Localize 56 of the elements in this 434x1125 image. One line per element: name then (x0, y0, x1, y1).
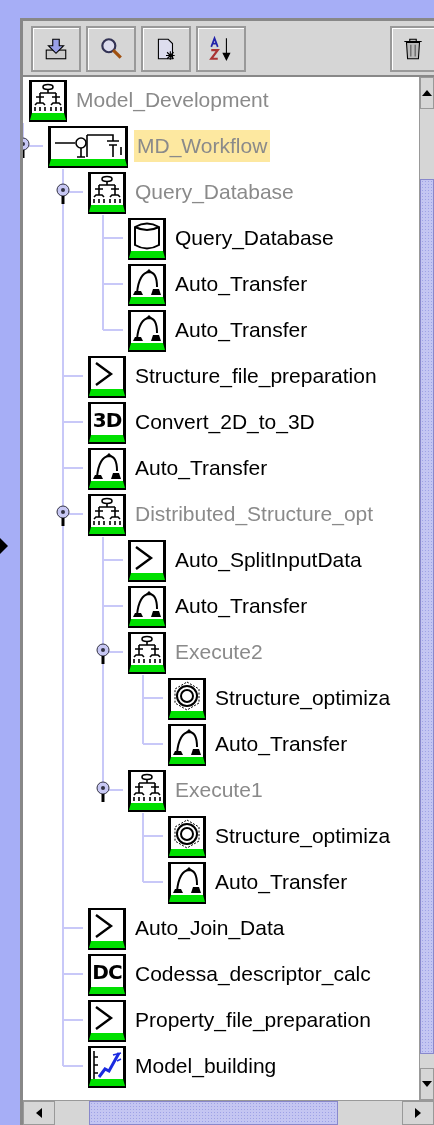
tree-node-label[interactable]: Auto_Join_Data (132, 912, 288, 944)
tree-node-label[interactable]: Auto_Transfer (172, 314, 311, 346)
horizontal-scrollbar[interactable] (23, 1100, 434, 1125)
hierarchy-icon (30, 80, 66, 120)
rings-icon (169, 816, 205, 856)
expanded-handle-icon[interactable] (96, 781, 110, 803)
hierarchy-icon (89, 494, 125, 534)
arch-icon (169, 724, 205, 764)
left-arrow-icon (36, 1108, 42, 1118)
chevron-icon (129, 540, 165, 580)
vertical-scrollbar[interactable] (419, 77, 434, 1100)
right-arrow-icon (415, 1108, 421, 1118)
search-icon (98, 36, 124, 62)
down-arrow-icon (422, 1081, 432, 1087)
new-document-button[interactable] (141, 26, 191, 72)
search-button[interactable] (86, 26, 136, 72)
arch-icon (129, 586, 165, 626)
chevron-icon (89, 908, 125, 948)
tree-node-label[interactable]: Auto_Transfer (212, 728, 351, 760)
circuit-icon (49, 126, 127, 166)
expanded-handle-icon[interactable] (56, 183, 70, 205)
tree-node-label[interactable]: Structure_optimiza (212, 682, 394, 714)
chevron-icon (89, 356, 125, 396)
tree-node-label[interactable]: Structure_optimiza (212, 820, 394, 852)
hierarchy-icon (89, 172, 125, 212)
arch-icon (89, 448, 125, 488)
hierarchy-icon (129, 770, 165, 810)
tree-node-label[interactable]: Auto_Transfer (172, 268, 311, 300)
tree-node-label[interactable]: Auto_Transfer (172, 590, 311, 622)
tree-node-label[interactable]: Property_file_preparation (132, 1004, 374, 1036)
arch-icon (169, 862, 205, 902)
tree-node-label[interactable]: Structure_file_preparation (132, 360, 380, 392)
tree-node-label[interactable]: Model_building (132, 1050, 280, 1082)
tree-node-label[interactable]: Auto_Transfer (132, 452, 271, 484)
import-icon (43, 36, 69, 62)
tree-node-label[interactable]: Convert_2D_to_3D (132, 406, 318, 438)
rings-icon (169, 678, 205, 718)
arrow-icon (0, 538, 8, 554)
chevron-icon (89, 1000, 125, 1040)
tree-node-label[interactable]: Query_Database (172, 222, 337, 254)
tree-node-label[interactable]: Codessa_descriptor_calc (132, 958, 374, 990)
import-button[interactable] (31, 26, 81, 72)
graph-icon (89, 1046, 125, 1086)
letter-icon: 3D (89, 402, 125, 442)
letter-icon: DC (89, 954, 125, 994)
expanded-handle-icon[interactable] (96, 643, 110, 665)
arch-icon (129, 264, 165, 304)
arch-icon (129, 310, 165, 350)
cylinder-icon (129, 218, 165, 258)
tree-node-label[interactable]: Auto_SplitInputData (172, 544, 365, 576)
sort-button[interactable] (196, 26, 246, 72)
up-arrow-icon (422, 90, 432, 96)
hierarchy-icon (129, 632, 165, 672)
delete-button[interactable] (390, 26, 434, 72)
expanded-handle-icon[interactable] (56, 505, 70, 527)
tree-node-label[interactable]: Auto_Transfer (212, 866, 351, 898)
